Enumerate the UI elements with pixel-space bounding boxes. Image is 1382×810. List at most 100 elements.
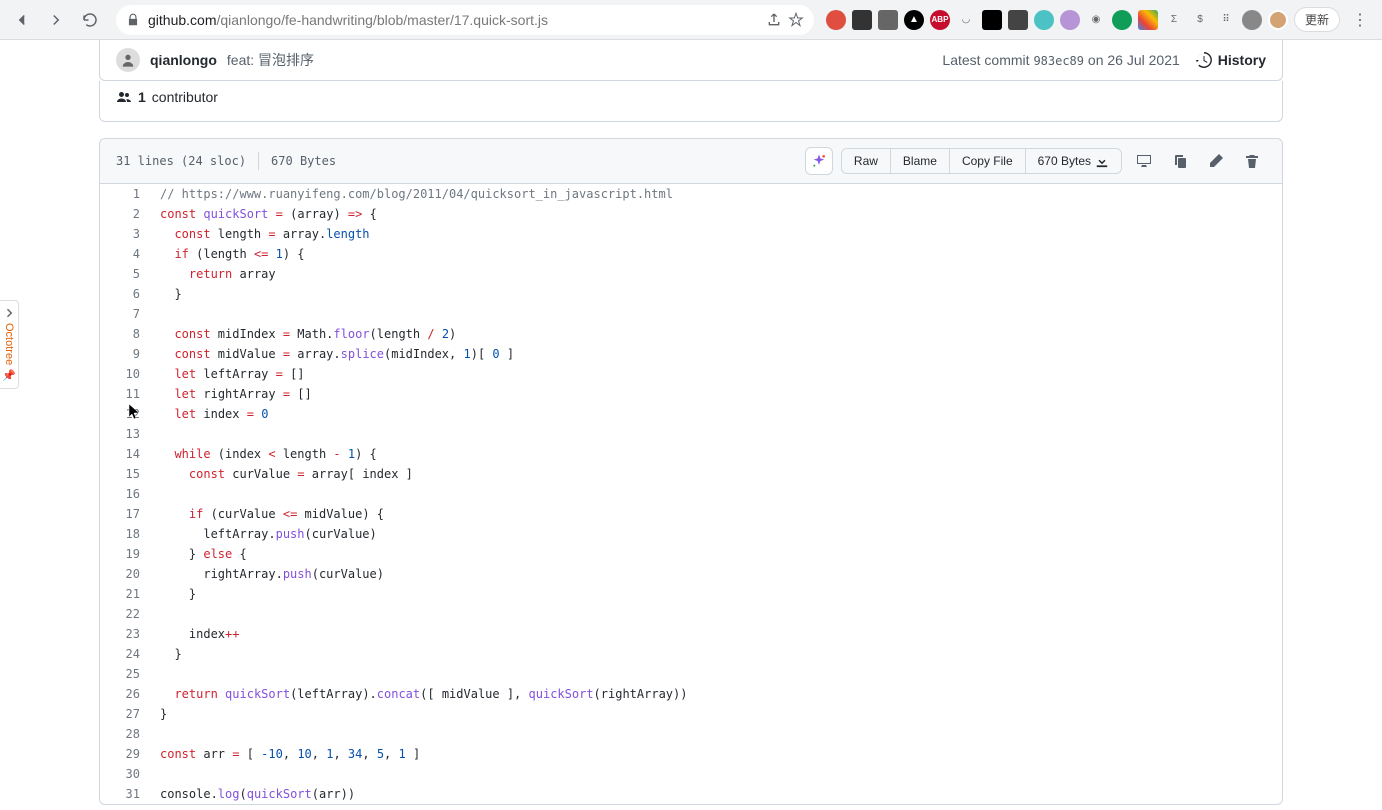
ext-icon-14[interactable]: $ — [1190, 10, 1210, 30]
code-line[interactable]: 28 — [100, 724, 1282, 744]
code-line[interactable]: 19 } else { — [100, 544, 1282, 564]
line-number[interactable]: 7 — [100, 304, 150, 324]
forward-button[interactable] — [42, 6, 70, 34]
ext-icon-12[interactable] — [1138, 10, 1158, 30]
line-number[interactable]: 16 — [100, 484, 150, 504]
code-line[interactable]: 5 return array — [100, 264, 1282, 284]
code-line[interactable]: 25 — [100, 664, 1282, 684]
code-line[interactable]: 24 } — [100, 644, 1282, 664]
line-number[interactable]: 8 — [100, 324, 150, 344]
line-number[interactable]: 22 — [100, 604, 150, 624]
line-number[interactable]: 31 — [100, 784, 150, 804]
share-icon[interactable] — [766, 12, 782, 28]
delete-button[interactable] — [1238, 147, 1266, 175]
code-line[interactable]: 22 — [100, 604, 1282, 624]
ext-icon-3[interactable] — [878, 10, 898, 30]
octotree-tab[interactable]: Octotree 📌 — [0, 300, 19, 389]
line-number[interactable]: 23 — [100, 624, 150, 644]
ext-icon-abp[interactable]: ABP — [930, 10, 950, 30]
line-number[interactable]: 20 — [100, 564, 150, 584]
code-line[interactable]: 3 const length = array.length — [100, 224, 1282, 244]
line-number[interactable]: 28 — [100, 724, 150, 744]
line-number[interactable]: 1 — [100, 184, 150, 204]
raw-button[interactable]: Raw — [842, 149, 891, 173]
ext-icon-11[interactable] — [1112, 10, 1132, 30]
star-icon[interactable] — [788, 12, 804, 28]
back-button[interactable] — [8, 6, 36, 34]
line-number[interactable]: 25 — [100, 664, 150, 684]
code-line[interactable]: 31console.log(quickSort(arr)) — [100, 784, 1282, 804]
code-line[interactable]: 26 return quickSort(leftArray).concat([ … — [100, 684, 1282, 704]
line-number[interactable]: 6 — [100, 284, 150, 304]
code-line[interactable]: 11 let rightArray = [] — [100, 384, 1282, 404]
code-line[interactable]: 14 while (index < length - 1) { — [100, 444, 1282, 464]
ext-icon-5[interactable]: ◡ — [956, 10, 976, 30]
ext-icon-7[interactable] — [1008, 10, 1028, 30]
code-line[interactable]: 9 const midValue = array.splice(midIndex… — [100, 344, 1282, 364]
code-line[interactable]: 27} — [100, 704, 1282, 724]
code-line[interactable]: 6 } — [100, 284, 1282, 304]
copy-file-button[interactable]: Copy File — [950, 149, 1026, 173]
ext-icon-13[interactable]: Σ — [1164, 10, 1184, 30]
commit-message[interactable]: feat: 冒泡排序 — [227, 50, 314, 70]
code-line[interactable]: 17 if (curValue <= midValue) { — [100, 504, 1282, 524]
line-number[interactable]: 11 — [100, 384, 150, 404]
line-number[interactable]: 15 — [100, 464, 150, 484]
code-line[interactable]: 21 } — [100, 584, 1282, 604]
line-number[interactable]: 24 — [100, 644, 150, 664]
code-line[interactable]: 13 — [100, 424, 1282, 444]
line-number[interactable]: 21 — [100, 584, 150, 604]
ai-button[interactable] — [805, 147, 833, 175]
author-link[interactable]: qianlongo — [150, 52, 217, 68]
author-avatar[interactable] — [116, 48, 140, 72]
line-number[interactable]: 18 — [100, 524, 150, 544]
line-number[interactable]: 30 — [100, 764, 150, 784]
code-line[interactable]: 8 const midIndex = Math.floor(length / 2… — [100, 324, 1282, 344]
commit-hash[interactable]: 983ec89 — [1033, 54, 1084, 68]
ext-icon-15[interactable] — [1242, 10, 1262, 30]
code-line[interactable]: 20 rightArray.push(curValue) — [100, 564, 1282, 584]
line-number[interactable]: 10 — [100, 364, 150, 384]
blame-button[interactable]: Blame — [891, 149, 950, 173]
code-line[interactable]: 10 let leftArray = [] — [100, 364, 1282, 384]
update-button[interactable]: 更新 — [1294, 7, 1340, 32]
ext-icon-4[interactable]: ▲ — [904, 10, 924, 30]
history-link[interactable]: History — [1196, 52, 1266, 68]
line-number[interactable]: 5 — [100, 264, 150, 284]
code-line[interactable]: 15 const curValue = array[ index ] — [100, 464, 1282, 484]
code-line[interactable]: 7 — [100, 304, 1282, 324]
line-number[interactable]: 12 — [100, 404, 150, 424]
line-number[interactable]: 17 — [100, 504, 150, 524]
code-line[interactable]: 16 — [100, 484, 1282, 504]
code-line[interactable]: 29const arr = [ -10, 10, 1, 34, 5, 1 ] — [100, 744, 1282, 764]
ext-icon-6[interactable] — [982, 10, 1002, 30]
profile-avatar[interactable] — [1268, 10, 1288, 30]
download-button[interactable]: 670 Bytes — [1026, 149, 1121, 173]
ext-icon-2[interactable] — [852, 10, 872, 30]
menu-button[interactable]: ⋮ — [1346, 6, 1374, 34]
code-line[interactable]: 18 leftArray.push(curValue) — [100, 524, 1282, 544]
line-number[interactable]: 3 — [100, 224, 150, 244]
ext-icon-1[interactable] — [826, 10, 846, 30]
ext-icon-10[interactable]: ◉ — [1086, 10, 1106, 30]
line-number[interactable]: 9 — [100, 344, 150, 364]
line-number[interactable]: 27 — [100, 704, 150, 724]
edit-button[interactable] — [1202, 147, 1230, 175]
extensions-icon[interactable]: ⠿ — [1216, 10, 1236, 30]
line-number[interactable]: 19 — [100, 544, 150, 564]
code-line[interactable]: 2const quickSort = (array) => { — [100, 204, 1282, 224]
code-line[interactable]: 12 let index = 0 — [100, 404, 1282, 424]
line-number[interactable]: 2 — [100, 204, 150, 224]
code-line[interactable]: 4 if (length <= 1) { — [100, 244, 1282, 264]
ext-icon-8[interactable] — [1034, 10, 1054, 30]
desktop-button[interactable] — [1130, 147, 1158, 175]
line-number[interactable]: 4 — [100, 244, 150, 264]
code-line[interactable]: 23 index++ — [100, 624, 1282, 644]
code-line[interactable]: 30 — [100, 764, 1282, 784]
ext-icon-9[interactable] — [1060, 10, 1080, 30]
copy-button[interactable] — [1166, 147, 1194, 175]
reload-button[interactable] — [76, 6, 104, 34]
address-bar[interactable]: github.com/qianlongo/fe-handwriting/blob… — [116, 5, 814, 35]
line-number[interactable]: 14 — [100, 444, 150, 464]
line-number[interactable]: 29 — [100, 744, 150, 764]
